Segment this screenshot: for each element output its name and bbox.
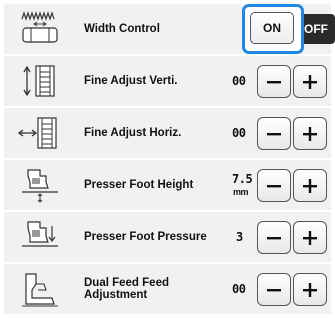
minus-icon — [267, 184, 281, 187]
dual-feed-icon — [18, 270, 62, 308]
minus-icon — [267, 132, 281, 135]
setting-row-fine-adjust-horizontal: Fine Adjust Horiz. 00 — [4, 108, 331, 158]
horizontal-adjust-icon — [17, 114, 62, 152]
settings-screen: Width Control OFF ON Fine Adjust Verti. … — [4, 4, 335, 314]
vertical-adjust-icon — [18, 62, 62, 100]
setting-label: Fine Adjust Horiz. — [84, 127, 182, 139]
setting-value: 00 — [232, 126, 246, 140]
decrease-button[interactable] — [257, 221, 291, 254]
setting-value: 3 — [236, 230, 243, 244]
decrease-button[interactable] — [257, 65, 291, 98]
setting-row-presser-foot-height: Presser Foot Height 7.5 mm — [4, 160, 331, 210]
setting-unit: mm — [233, 187, 249, 197]
decrease-button[interactable] — [257, 169, 291, 202]
setting-row-width-control: Width Control OFF ON — [4, 4, 335, 54]
setting-value: 7.5 — [232, 172, 253, 186]
minus-icon — [267, 236, 281, 239]
setting-row-presser-foot-pressure: Presser Foot Pressure 3 — [4, 212, 331, 262]
setting-value: 00 — [232, 282, 246, 296]
plus-icon — [303, 178, 317, 193]
setting-value: 00 — [232, 74, 246, 88]
presser-foot-height-icon — [18, 166, 62, 204]
increase-button[interactable] — [293, 221, 327, 254]
increase-button[interactable] — [293, 169, 327, 202]
plus-icon — [303, 126, 317, 141]
setting-label: Presser Foot Height — [84, 179, 194, 191]
width-control-icon — [18, 10, 62, 48]
increase-button[interactable] — [293, 273, 327, 306]
minus-icon — [267, 80, 281, 83]
setting-label: Fine Adjust Verti. — [84, 75, 178, 87]
setting-row-dual-feed-adjustment: Dual Feed Feed Adjustment 00 — [4, 264, 331, 314]
decrease-button[interactable] — [257, 117, 291, 150]
presser-foot-pressure-icon — [18, 218, 62, 256]
setting-label: Width Control — [84, 23, 160, 35]
setting-row-fine-adjust-vertical: Fine Adjust Verti. 00 — [4, 56, 331, 106]
minus-icon — [267, 288, 281, 291]
plus-icon — [303, 282, 317, 297]
decrease-button[interactable] — [257, 273, 291, 306]
increase-button[interactable] — [293, 117, 327, 150]
plus-icon — [303, 230, 317, 245]
on-toggle-button[interactable]: ON — [250, 12, 294, 44]
setting-label: Dual Feed Feed Adjustment — [84, 277, 169, 301]
increase-button[interactable] — [293, 65, 327, 98]
plus-icon — [303, 74, 317, 89]
setting-label: Presser Foot Pressure — [84, 231, 207, 243]
